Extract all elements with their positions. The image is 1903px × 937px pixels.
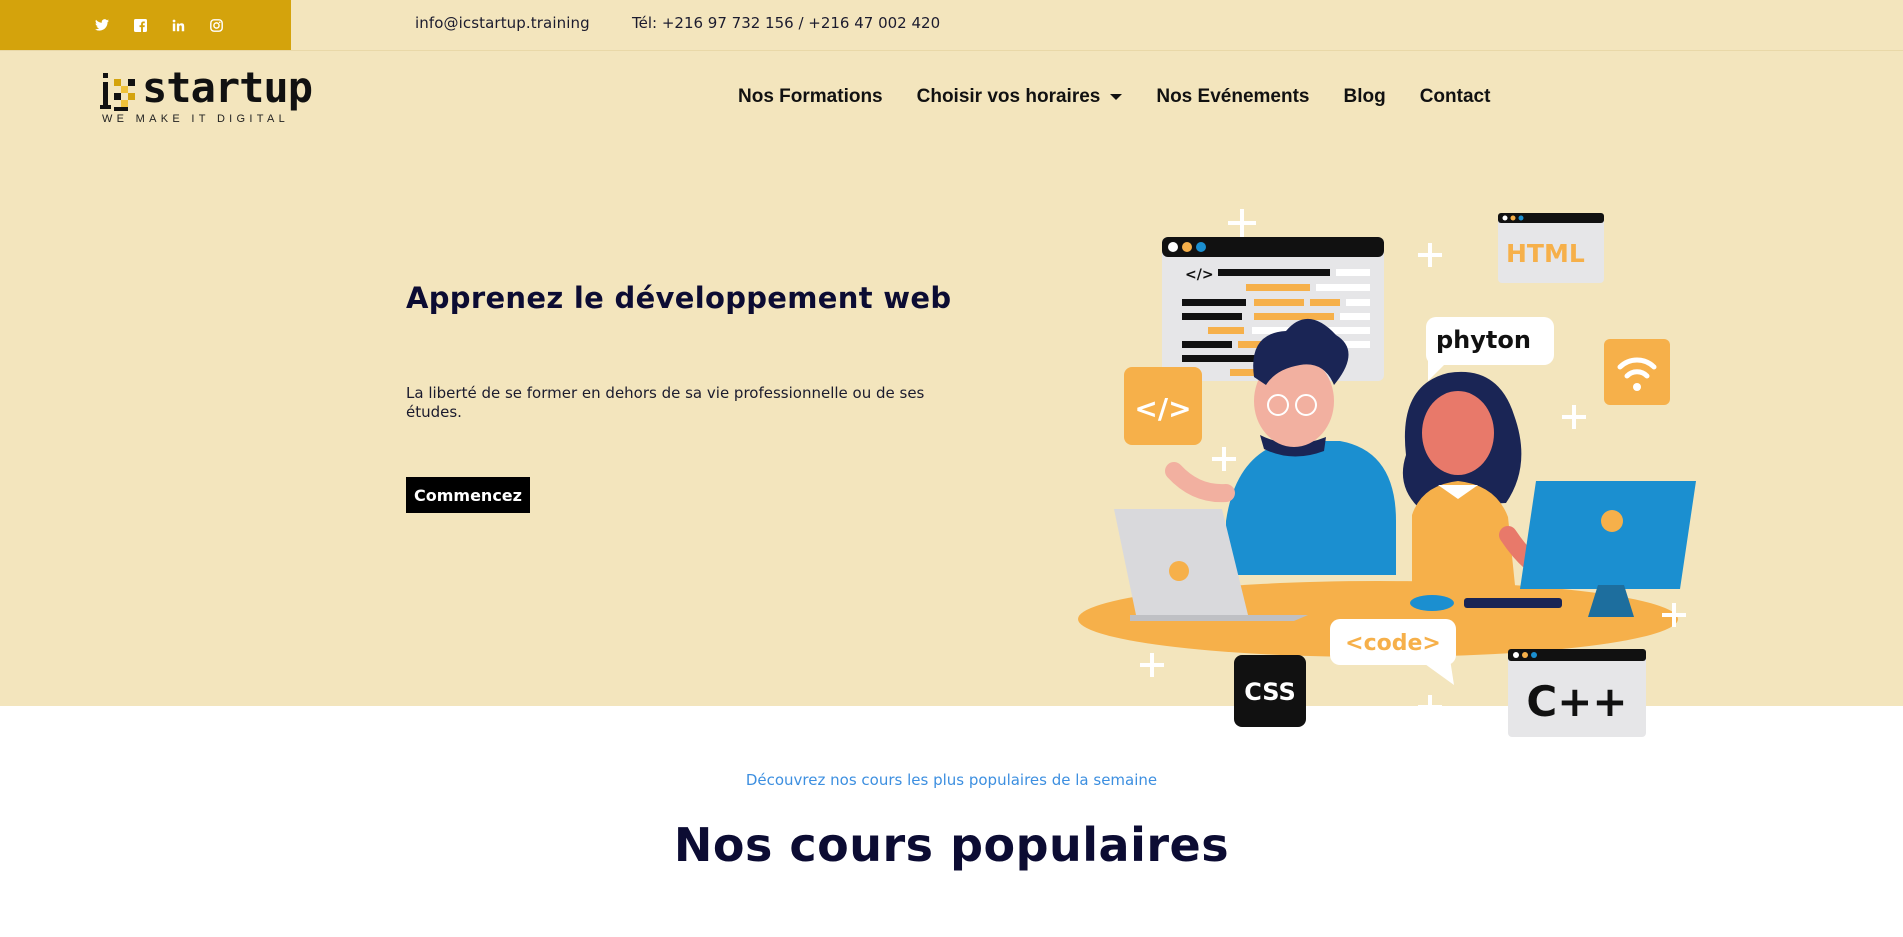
logo-tagline: WE MAKE IT DIGITAL (102, 113, 290, 125)
html-badge-label: HTML (1506, 239, 1585, 268)
facebook-icon[interactable] (132, 17, 148, 33)
nav-item-blog[interactable]: Blog (1343, 86, 1385, 108)
nav-item-contact[interactable]: Contact (1420, 86, 1491, 108)
linkedin-icon[interactable] (170, 17, 186, 33)
code-bubble-label: <code> (1345, 631, 1441, 656)
chevron-down-icon (1110, 94, 1123, 100)
contact-phone: Tél: +216 97 732 156 / +216 47 002 420 (632, 14, 941, 32)
code-window-tag: </> (1185, 267, 1214, 283)
popular-courses-title: Nos cours populaires (673, 818, 1230, 872)
twitter-icon[interactable] (94, 17, 110, 33)
popular-courses-kicker: Découvrez nos cours les plus populaires … (745, 771, 1158, 789)
main-nav: Nos Formations Choisir vos horaires Nos … (738, 86, 1490, 108)
python-bubble-label: phyton (1436, 326, 1531, 354)
contact-email[interactable]: info@icstartup.training (415, 14, 590, 32)
hero-subtitle: La liberté de se former en dehors de sa … (406, 384, 925, 421)
instagram-icon[interactable] (208, 17, 224, 33)
hero-section: startup WE MAKE IT DIGITAL Nos Formation… (0, 50, 1903, 737)
css-tile-label: CSS (1244, 678, 1296, 706)
css-tile: CSS (1234, 655, 1306, 727)
start-button[interactable]: Commencez (406, 477, 530, 513)
hero-illustration: </> HTML phyton </> <code> CSS C++ (1078, 209, 1696, 737)
wifi-tile-icon (1604, 339, 1670, 405)
logo-wordmark: startup (142, 63, 313, 112)
nav-item-evenements[interactable]: Nos Evénements (1156, 86, 1309, 108)
cpp-window-label: C++ (1526, 677, 1627, 726)
nav-item-horaires[interactable]: Choisir vos horaires (917, 86, 1123, 108)
code-tag-tile: </> (1124, 367, 1202, 445)
code-tag-label: </> (1134, 392, 1191, 425)
cpp-window: C++ (1508, 649, 1646, 737)
site-logo[interactable]: startup WE MAKE IT DIGITAL (100, 63, 313, 129)
code-bubble: <code> (1330, 619, 1456, 685)
top-bar: info@icstartup.training Tél: +216 97 732… (0, 0, 1903, 50)
nav-item-horaires-label: Choisir vos horaires (916, 86, 1101, 107)
social-links (0, 0, 291, 50)
hero-title: Apprenez le développement web (406, 281, 952, 315)
html-badge: HTML (1498, 213, 1604, 283)
nav-item-formations[interactable]: Nos Formations (738, 86, 883, 108)
python-bubble: phyton (1426, 317, 1554, 381)
